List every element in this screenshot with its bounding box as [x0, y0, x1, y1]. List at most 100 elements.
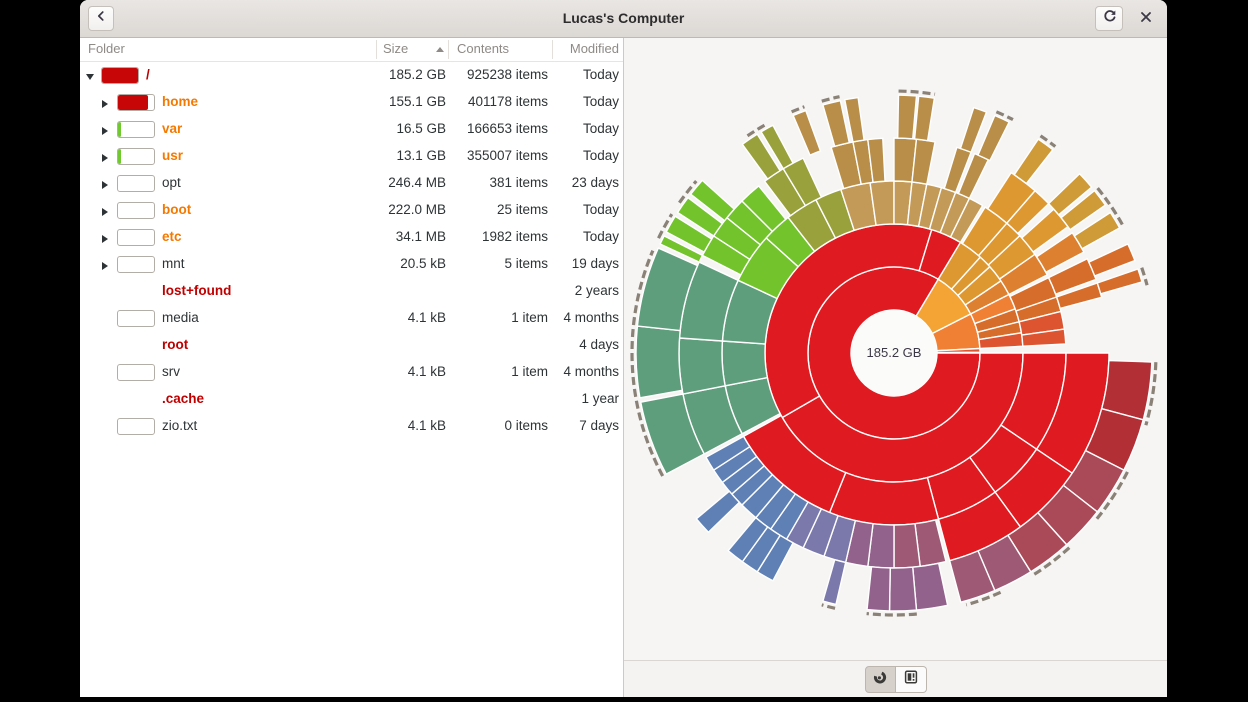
rings-view-button[interactable]: [865, 666, 896, 693]
header-separator: [376, 40, 377, 59]
chart-segment[interactable]: [1089, 244, 1135, 276]
folder-modified: 19 days: [572, 256, 619, 271]
folder-modified: 4 months: [563, 310, 619, 325]
chart-segment[interactable]: [898, 95, 917, 139]
chart-segment[interactable]: [894, 524, 920, 568]
folder-size: 4.1 kB: [408, 310, 446, 325]
chart-pane: 185.2 GB: [624, 38, 1167, 697]
chart-segment[interactable]: [636, 326, 682, 398]
rings-chart[interactable]: 185.2 GB: [624, 38, 1167, 660]
folder-size: 222.0 MB: [388, 202, 446, 217]
usage-bar-fill: [118, 95, 148, 110]
folder-modified: 23 days: [572, 175, 619, 190]
close-button[interactable]: [1133, 6, 1159, 31]
chart-center-label: 185.2 GB: [867, 345, 922, 360]
table-row[interactable]: lost+found 2 years: [80, 278, 623, 305]
usage-bar: [117, 175, 155, 192]
table-row[interactable]: var16.5 GB166653 itemsToday: [80, 116, 623, 143]
table-row[interactable]: etc34.1 MB1982 itemsToday: [80, 224, 623, 251]
folder-size: 4.1 kB: [408, 364, 446, 379]
chart-segment[interactable]: [722, 341, 767, 386]
folder-size: 185.2 GB: [389, 67, 446, 82]
table-row[interactable]: media4.1 kB1 item4 months: [80, 305, 623, 332]
chart-toolbar: [624, 660, 1167, 697]
usage-bar: [117, 256, 155, 273]
chart-segment[interactable]: [793, 111, 820, 156]
chart-segment[interactable]: [823, 560, 846, 605]
usage-bar: [101, 67, 139, 84]
folder-name: lost+found: [162, 283, 231, 298]
folder-contents: 1 item: [511, 364, 548, 379]
table-row[interactable]: zio.txt4.1 kB0 items7 days: [80, 413, 623, 440]
more-depth-dash: [822, 97, 840, 101]
chart-area: 185.2 GB: [624, 38, 1167, 660]
expander-closed-icon[interactable]: [102, 181, 108, 189]
folder-modified: Today: [583, 67, 619, 82]
usage-bar: [117, 202, 155, 219]
column-header-size[interactable]: Size: [383, 41, 408, 56]
folder-modified: Today: [583, 229, 619, 244]
column-header-modified[interactable]: Modified: [570, 41, 619, 56]
main-content: Folder Size Contents Modified /185.2 GB9…: [80, 38, 1167, 697]
folder-modified: 1 year: [581, 391, 619, 406]
table-row[interactable]: boot222.0 MB25 itemsToday: [80, 197, 623, 224]
usage-bar-fill: [118, 122, 121, 137]
chart-segment[interactable]: [913, 563, 948, 610]
table-row[interactable]: .cache1 year: [80, 386, 623, 413]
folder-size: 16.5 GB: [396, 121, 446, 136]
table-row[interactable]: home155.1 GB401178 itemsToday: [80, 89, 623, 116]
table-row[interactable]: /185.2 GB925238 itemsToday: [80, 62, 623, 89]
expander-closed-icon[interactable]: [102, 154, 108, 162]
folder-name: var: [162, 121, 182, 136]
table-row[interactable]: usr13.1 GB355007 itemsToday: [80, 143, 623, 170]
expander-closed-icon[interactable]: [102, 235, 108, 243]
chart-segment[interactable]: [679, 338, 725, 394]
table-row[interactable]: opt246.4 MB381 items23 days: [80, 170, 623, 197]
folder-contents: 925238 items: [467, 67, 548, 82]
folder-tree-rows: /185.2 GB925238 itemsTodayhome155.1 GB40…: [80, 62, 623, 440]
folder-contents: 401178 items: [468, 94, 548, 109]
usage-bar-fill: [118, 149, 121, 164]
folder-size: 34.1 MB: [396, 229, 446, 244]
folder-name: srv: [162, 364, 180, 379]
folder-contents: 355007 items: [467, 148, 548, 163]
expander-closed-icon[interactable]: [102, 100, 108, 108]
expander-closed-icon[interactable]: [102, 262, 108, 270]
folder-modified: 4 days: [579, 337, 619, 352]
table-row[interactable]: mnt20.5 kB5 items19 days: [80, 251, 623, 278]
folder-modified: 2 years: [575, 283, 619, 298]
folder-contents: 5 items: [504, 256, 548, 271]
folder-name: zio.txt: [162, 418, 197, 433]
folder-contents: 1982 items: [482, 229, 548, 244]
usage-bar: [117, 310, 155, 327]
folder-name: boot: [162, 202, 191, 217]
chart-segment[interactable]: [915, 96, 935, 140]
expander-closed-icon[interactable]: [102, 127, 108, 135]
usage-bar-fill: [102, 68, 138, 83]
chart-segment[interactable]: [912, 139, 935, 184]
chart-segment[interactable]: [1014, 139, 1053, 183]
more-depth-dash: [1142, 268, 1147, 285]
expander-open-icon[interactable]: [86, 74, 94, 80]
chart-segment[interactable]: [696, 491, 739, 532]
folder-modified: Today: [583, 121, 619, 136]
chart-segment[interactable]: [823, 101, 849, 147]
folder-name: media: [162, 310, 199, 325]
column-header-contents[interactable]: Contents: [457, 41, 509, 56]
chart-segment[interactable]: [867, 567, 890, 611]
window-title: Lucas's Computer: [80, 0, 1167, 37]
column-header-folder[interactable]: Folder: [88, 41, 125, 56]
expander-closed-icon[interactable]: [102, 208, 108, 216]
rings-chart-icon: [872, 669, 888, 690]
refresh-button[interactable]: [1095, 6, 1123, 31]
folder-size: 155.1 GB: [389, 94, 446, 109]
chart-segment[interactable]: [890, 567, 917, 611]
folder-modified: Today: [583, 148, 619, 163]
table-row[interactable]: root4 days: [80, 332, 623, 359]
table-row[interactable]: srv4.1 kB1 item4 months: [80, 359, 623, 386]
folder-modified: Today: [583, 202, 619, 217]
more-depth-dash: [822, 605, 835, 608]
treemap-view-button[interactable]: [896, 666, 927, 693]
folder-name: usr: [162, 148, 183, 163]
header-separator: [552, 40, 553, 59]
